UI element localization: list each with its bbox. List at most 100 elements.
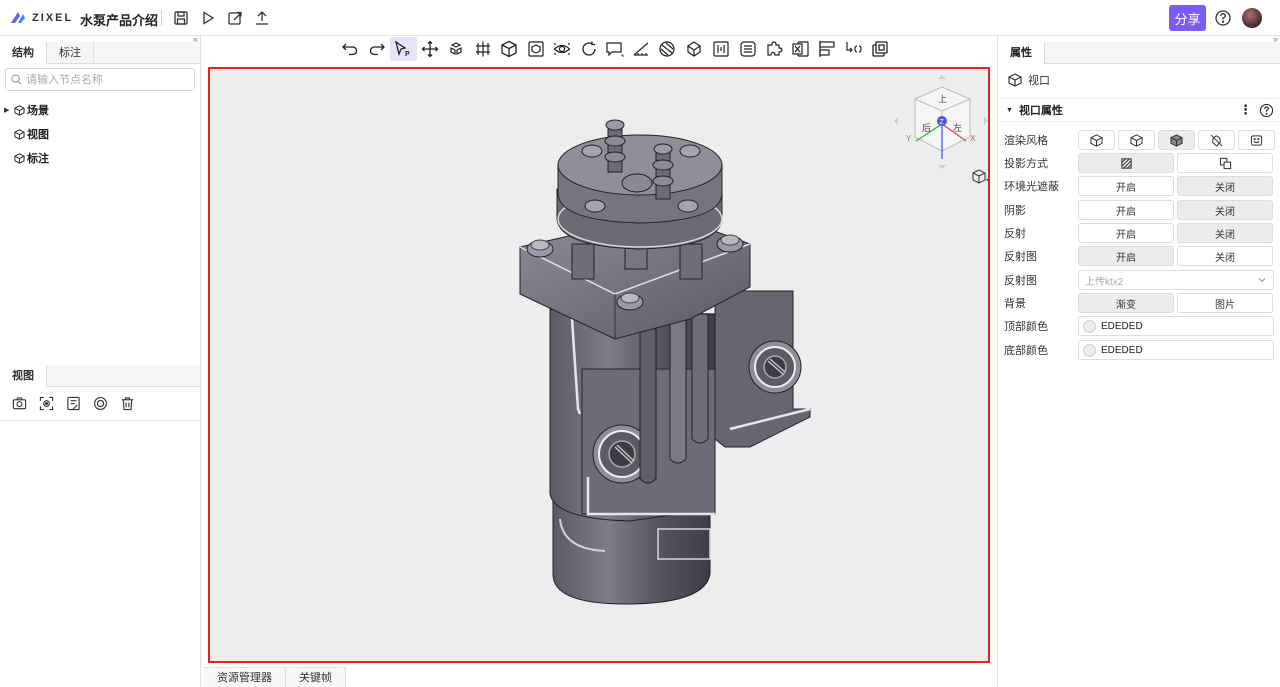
tree-item-annotation[interactable]: 标注: [4, 150, 49, 166]
top-color-picker[interactable]: EDEDED: [1078, 316, 1274, 336]
orientation-cube[interactable]: 上 后 左 Z Y X: [894, 75, 988, 169]
color-swatch[interactable]: [1083, 343, 1096, 357]
trash-icon: [121, 396, 133, 410]
layers-button[interactable]: [867, 37, 894, 61]
bounding-box-button[interactable]: [523, 37, 550, 61]
undo-button[interactable]: [337, 37, 364, 61]
capture-view-button[interactable]: [10, 394, 28, 412]
delete-view-button[interactable]: [118, 394, 136, 412]
excel-export-button[interactable]: [788, 37, 815, 61]
align-button[interactable]: [814, 37, 841, 61]
section-tool-button[interactable]: [470, 37, 497, 61]
3d-viewport[interactable]: 上 后 左 Z Y X: [208, 67, 990, 665]
dimension-button[interactable]: [841, 37, 868, 61]
app-header: ZIXEL 水泵产品介绍 分享: [0, 0, 1280, 36]
list-button[interactable]: [735, 37, 762, 61]
select-icon: P: [395, 40, 410, 58]
measure-button[interactable]: [629, 37, 656, 61]
expand-caret-icon[interactable]: ▶: [4, 106, 12, 114]
perspective-icon: [1120, 157, 1132, 169]
reflection-on-button[interactable]: 开启: [1078, 223, 1174, 243]
user-avatar[interactable]: [1242, 8, 1262, 28]
move-tool-button[interactable]: [417, 37, 444, 61]
note-icon: [66, 396, 80, 410]
render-style-option[interactable]: [1238, 130, 1275, 150]
background-image-button[interactable]: 图片: [1177, 293, 1273, 313]
tree-item-view[interactable]: 视图: [4, 126, 49, 142]
tab-views[interactable]: 视图: [0, 365, 47, 387]
reflection-map-select[interactable]: 上传ktx2: [1078, 270, 1274, 290]
model-cube-button[interactable]: [496, 37, 523, 61]
main-toolbar: P: [337, 36, 943, 62]
save-button[interactable]: [171, 8, 191, 28]
list-icon: [740, 41, 756, 57]
gizmo-top-face[interactable]: 上: [938, 94, 947, 104]
puzzle-icon: [767, 41, 783, 56]
tab-annotation[interactable]: 标注: [47, 42, 94, 64]
view-target-button[interactable]: [91, 394, 109, 412]
section-caret-icon[interactable]: ▼: [1006, 107, 1013, 114]
render-style-option[interactable]: [1198, 130, 1235, 150]
projection-orthographic-button[interactable]: [1177, 153, 1273, 173]
view-mode-cube-icon[interactable]: [972, 169, 989, 184]
focus-view-button[interactable]: [37, 394, 55, 412]
edit-export-button[interactable]: [225, 8, 245, 28]
node-search-input[interactable]: [26, 73, 186, 86]
shadow-on-button[interactable]: 开启: [1078, 200, 1174, 220]
circle-icon: [93, 396, 107, 410]
upload-button[interactable]: [252, 8, 272, 28]
rotate-button[interactable]: [576, 37, 603, 61]
reflection-map-on-button[interactable]: 开启: [1078, 246, 1174, 266]
plugin-button[interactable]: [761, 37, 788, 61]
render-style-option-active[interactable]: [1158, 130, 1195, 150]
tab-structure[interactable]: 结构: [0, 42, 47, 64]
tree-item-scene[interactable]: ▶ 场景: [4, 102, 49, 118]
tab-keyframes[interactable]: 关键帧: [286, 668, 346, 687]
explode-tool-button[interactable]: [443, 37, 470, 61]
row-background: 背景 渐变 图片: [1004, 293, 1276, 313]
shadow-off-button[interactable]: 关闭: [1177, 200, 1273, 220]
play-button[interactable]: [198, 8, 218, 28]
pump-model[interactable]: [519, 119, 811, 605]
visibility-button[interactable]: [549, 37, 576, 61]
help-button[interactable]: [1214, 9, 1232, 27]
row-render-style: 渲染风格: [1004, 130, 1276, 150]
render-style-option[interactable]: [1118, 130, 1155, 150]
projection-perspective-button[interactable]: [1078, 153, 1174, 173]
color-swatch[interactable]: [1083, 319, 1096, 333]
background-gradient-button[interactable]: 渐变: [1078, 293, 1174, 313]
lighting-button[interactable]: [682, 37, 709, 61]
tab-asset-manager[interactable]: 资源管理器: [204, 668, 286, 687]
more-options-icon[interactable]: ⋮: [1239, 102, 1252, 118]
gizmo-right-face[interactable]: 左: [953, 122, 962, 133]
view-notes-button[interactable]: [64, 394, 82, 412]
row-label: 底部颜色: [1004, 345, 1048, 357]
wireframe-icon: [1130, 133, 1143, 147]
viewport-properties-section[interactable]: ▼ 视口属性 ⋮: [998, 98, 1280, 122]
view-tabs: 视图: [0, 365, 200, 387]
shaded-edge-icon: [1090, 133, 1103, 147]
reflection-off-button[interactable]: 关闭: [1177, 223, 1273, 243]
shaded-icon: [1170, 133, 1183, 147]
ambient-occlusion-off-button[interactable]: 关闭: [1177, 176, 1273, 196]
bottom-color-picker[interactable]: EDEDED: [1078, 340, 1274, 360]
camera-icon: [12, 396, 26, 409]
share-button[interactable]: 分享: [1169, 5, 1206, 31]
document-title[interactable]: 水泵产品介绍: [80, 10, 158, 29]
tab-properties[interactable]: 属性: [998, 42, 1045, 64]
comment-button[interactable]: [602, 37, 629, 61]
viewport-canvas[interactable]: 上 后 左 Z Y X: [210, 69, 989, 665]
reflection-map-off-button[interactable]: 关闭: [1177, 246, 1273, 266]
tree-item-label: 视图: [27, 129, 49, 141]
help-icon[interactable]: [1259, 103, 1274, 118]
material-button[interactable]: [655, 37, 682, 61]
select-tool-button[interactable]: P: [390, 37, 417, 61]
gauge-button[interactable]: [708, 37, 735, 61]
select-placeholder: 上传ktx2: [1085, 276, 1124, 288]
dimension-icon: [846, 42, 862, 53]
ambient-occlusion-on-button[interactable]: 开启: [1078, 176, 1174, 196]
redo-button[interactable]: [364, 37, 391, 61]
render-style-option[interactable]: [1078, 130, 1115, 150]
align-icon: [819, 41, 835, 57]
logo[interactable]: ZIXEL: [8, 8, 73, 28]
